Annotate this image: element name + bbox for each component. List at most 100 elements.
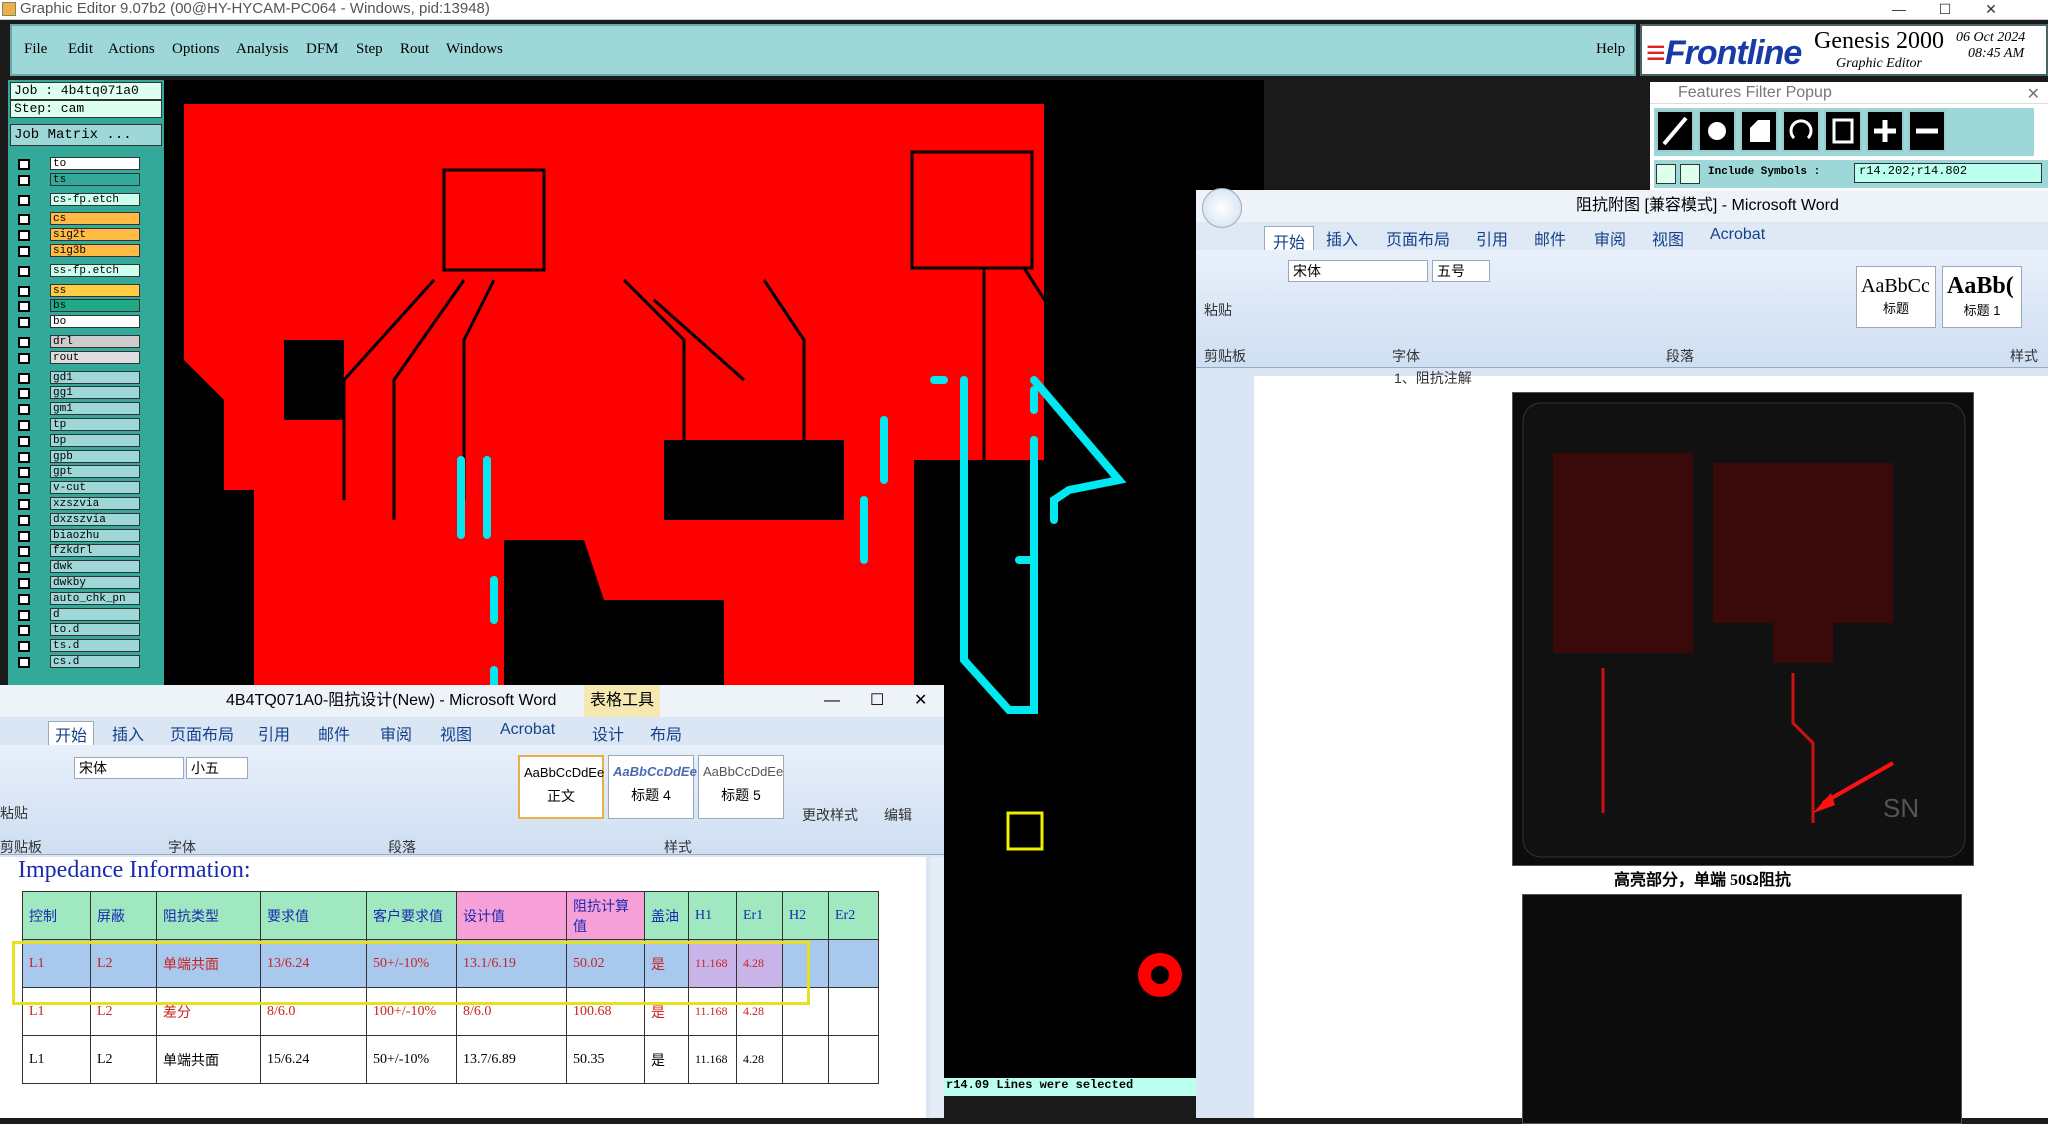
layer-row[interactable]: xzszvia [10,496,164,512]
layer-row[interactable]: ss-fp.etch [10,263,164,279]
layer-checkbox[interactable] [18,530,30,542]
layer-checkbox[interactable] [18,404,30,416]
layer-row[interactable]: drl [10,334,164,350]
font-select[interactable]: 宋体 [1288,260,1428,282]
paste-button[interactable]: 粘贴 [1204,300,1232,320]
menu-actions[interactable]: Actions [108,41,155,58]
layer-row[interactable]: to.d [10,622,164,638]
text-filter-icon[interactable] [1824,110,1862,152]
table-cell[interactable]: 50.35 [566,1035,645,1084]
menu-step[interactable]: Step [356,41,383,58]
table-row[interactable]: L1 L2 单端共面 15/6.24 50+/-10% 13.7/6.89 50… [22,1035,879,1084]
style-heading1[interactable]: AaBb(标题 1 [1942,266,2022,328]
edit-button[interactable]: 编辑 [884,805,912,825]
layer-row[interactable]: d [10,607,164,623]
layer-row[interactable]: sig2t [10,227,164,243]
font-select[interactable]: 宋体 [74,757,184,779]
layer-row[interactable]: dxzszvia [10,512,164,528]
tab-layout[interactable]: 页面布局 [170,721,234,745]
layer-checkbox[interactable] [18,451,30,463]
layer-checkbox[interactable] [18,336,30,348]
layer-row[interactable]: fzkdrl [10,543,164,559]
layer-checkbox[interactable] [18,577,30,589]
layer-checkbox[interactable] [18,301,30,313]
layer-checkbox[interactable] [18,467,30,479]
menu-options[interactable]: Options [172,41,220,58]
minimize-button[interactable]: — [824,685,840,717]
tab-references[interactable]: 引用 [1476,226,1508,250]
font-size-select[interactable]: 五号 [1432,260,1490,282]
layer-checkbox[interactable] [18,388,30,400]
layer-checkbox[interactable] [18,194,30,206]
layer-row[interactable]: ts.d [10,638,164,654]
table-cell[interactable]: 11.168 [688,1035,737,1084]
layer-checkbox[interactable] [18,214,30,226]
layer-row[interactable]: gm1 [10,401,164,417]
layer-row[interactable]: auto_chk_pn [10,591,164,607]
layer-row[interactable]: cs [10,211,164,227]
tab-mailings[interactable]: 邮件 [1534,226,1566,250]
layer-row[interactable]: ts [10,172,164,188]
menu-dfm[interactable]: DFM [306,41,339,58]
tab-table-layout[interactable]: 布局 [650,721,682,745]
layer-checkbox[interactable] [18,498,30,510]
layer-row[interactable]: v-cut [10,480,164,496]
table-cell[interactable]: 4.28 [736,1035,783,1084]
tab-mailings[interactable]: 邮件 [318,721,350,745]
tab-acrobat[interactable]: Acrobat [500,721,555,739]
minimize-button[interactable]: — [1876,0,1922,18]
style-normal[interactable]: AaBbCcDdEe 正文 [518,755,604,819]
table-cell[interactable]: 15/6.24 [260,1035,367,1084]
menu-file[interactable]: File [24,41,47,58]
layer-checkbox[interactable] [18,514,30,526]
tab-layout[interactable]: 页面布局 [1386,226,1450,250]
tab-review[interactable]: 审阅 [1594,226,1626,250]
table-cell[interactable]: 是 [644,1035,689,1084]
layer-row[interactable]: rout [10,350,164,366]
maximize-button[interactable]: ☐ [1922,0,1968,18]
layer-row[interactable]: gpt [10,464,164,480]
style-heading4[interactable]: AaBbCcDdEe 标题 4 [608,755,697,819]
table-cell[interactable] [782,1035,829,1084]
layer-checkbox[interactable] [18,483,30,495]
layer-row[interactable]: biaozhu [10,528,164,544]
layer-row[interactable]: gg1 [10,385,164,401]
layer-checkbox[interactable] [18,562,30,574]
layer-checkbox[interactable] [18,625,30,637]
scrollbar[interactable] [930,857,944,1118]
table-cell[interactable] [828,987,879,1036]
pad-filter-icon[interactable] [1698,110,1736,152]
include-symbols-input[interactable]: r14.202;r14.802 [1854,163,2042,183]
layer-row[interactable]: dwk [10,559,164,575]
select-area-icon[interactable] [1680,164,1700,184]
layer-checkbox[interactable] [18,285,30,297]
layer-checkbox[interactable] [18,317,30,329]
layer-row[interactable]: bs [10,298,164,314]
select-icon[interactable] [1656,164,1676,184]
tab-home[interactable]: 开始 [48,721,95,747]
remove-icon[interactable] [1908,110,1946,152]
layer-row[interactable]: bo [10,314,164,330]
layer-checkbox[interactable] [18,593,30,605]
table-cell[interactable]: L2 [90,1035,157,1084]
layer-row[interactable]: ss [10,283,164,299]
layer-checkbox[interactable] [18,609,30,621]
font-size-select[interactable]: 小五 [186,757,248,779]
menu-rout[interactable]: Rout [400,41,429,58]
layer-row[interactable]: cs.d [10,654,164,670]
layer-row[interactable]: dwkby [10,575,164,591]
tab-design[interactable]: 设计 [592,721,624,745]
tab-references[interactable]: 引用 [258,721,290,745]
tab-view[interactable]: 视图 [440,721,472,745]
layer-row[interactable]: gd1 [10,370,164,386]
layer-checkbox[interactable] [18,641,30,653]
tab-review[interactable]: 审阅 [380,721,412,745]
popup-close-icon[interactable]: ✕ [2027,84,2040,104]
layer-row[interactable]: sig3b [10,243,164,259]
table-cell[interactable]: 单端共面 [156,1035,261,1084]
layer-checkbox[interactable] [18,372,30,384]
layer-checkbox[interactable] [18,656,30,668]
table-cell[interactable]: 50+/-10% [366,1035,457,1084]
line-filter-icon[interactable] [1656,110,1694,152]
layer-row[interactable]: bp [10,433,164,449]
